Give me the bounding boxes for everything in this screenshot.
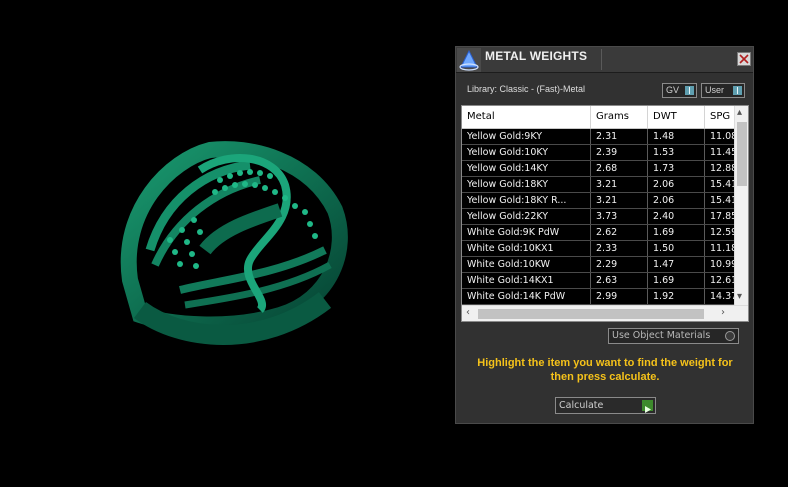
cell-metal: Yellow Gold:18KY R... bbox=[462, 193, 591, 208]
vertical-scrollbar[interactable]: ▴ ▾ bbox=[734, 106, 748, 305]
gv-toggle[interactable]: GV bbox=[662, 83, 697, 98]
use-object-materials-option[interactable]: Use Object Materials bbox=[608, 328, 739, 344]
toggle-switch-icon bbox=[733, 86, 742, 95]
cell-grams: 3.21 bbox=[591, 193, 648, 208]
use-object-materials-label: Use Object Materials bbox=[612, 330, 711, 341]
cell-dwt: 1.47 bbox=[648, 257, 705, 272]
scroll-up-icon[interactable]: ▴ bbox=[737, 108, 742, 118]
table-row[interactable]: Yellow Gold:10KY 2.39 1.53 11.45 bbox=[462, 145, 737, 161]
radio-icon[interactable] bbox=[725, 331, 735, 341]
vertical-scroll-thumb[interactable] bbox=[737, 122, 747, 186]
column-header-dwt[interactable]: DWT bbox=[648, 106, 705, 128]
cell-grams: 2.39 bbox=[591, 145, 648, 160]
metal-weights-panel: METAL WEIGHTS Library: Classic - (Fast)-… bbox=[455, 46, 754, 424]
cell-grams: 3.21 bbox=[591, 177, 648, 192]
cell-dwt: 1.69 bbox=[648, 273, 705, 288]
table-row[interactable]: White Gold:10KX1 2.33 1.50 11.18 bbox=[462, 241, 737, 257]
table-row[interactable]: Yellow Gold:14KY 2.68 1.73 12.88 bbox=[462, 161, 737, 177]
app-logo-icon bbox=[457, 48, 481, 72]
user-toggle-label: User bbox=[705, 85, 725, 95]
user-toggle[interactable]: User bbox=[701, 83, 745, 98]
cell-grams: 2.99 bbox=[591, 289, 648, 304]
instruction-text: Highlight the item you want to find the … bbox=[477, 357, 733, 383]
panel-title: METAL WEIGHTS bbox=[485, 49, 588, 63]
cell-metal: Yellow Gold:18KY bbox=[462, 177, 591, 192]
horizontal-scrollbar[interactable]: ‹ › bbox=[462, 305, 748, 321]
cell-dwt: 2.06 bbox=[648, 177, 705, 192]
cell-dwt: 1.69 bbox=[648, 225, 705, 240]
scroll-down-icon[interactable]: ▾ bbox=[737, 292, 742, 302]
gv-toggle-label: GV bbox=[666, 85, 680, 95]
close-icon bbox=[739, 54, 749, 64]
table-row[interactable]: White Gold:10KW 2.29 1.47 10.99 bbox=[462, 257, 737, 273]
cell-metal: White Gold:10KX1 bbox=[462, 241, 591, 256]
table-row[interactable]: White Gold:9K PdW 2.62 1.69 12.59 bbox=[462, 225, 737, 241]
library-label: Library: Classic - (Fast)-Metal bbox=[467, 84, 586, 94]
cell-metal: Yellow Gold:22KY bbox=[462, 209, 591, 224]
cell-dwt: 2.06 bbox=[648, 193, 705, 208]
table-header: Metal Grams DWT SPG bbox=[462, 106, 734, 129]
cell-metal: Yellow Gold:9KY bbox=[462, 129, 591, 144]
close-button[interactable] bbox=[737, 52, 751, 66]
scroll-left-icon[interactable]: ‹ bbox=[466, 308, 470, 318]
title-divider bbox=[601, 49, 602, 70]
cell-metal: White Gold:10KW bbox=[462, 257, 591, 272]
cell-grams: 2.62 bbox=[591, 225, 648, 240]
cell-dwt: 1.73 bbox=[648, 161, 705, 176]
table-row[interactable]: White Gold:14K PdW 2.99 1.92 14.37 bbox=[462, 289, 737, 305]
column-header-grams[interactable]: Grams bbox=[591, 106, 648, 128]
column-header-metal[interactable]: Metal bbox=[462, 106, 591, 128]
table-row[interactable]: Yellow Gold:22KY 3.73 2.40 17.85 bbox=[462, 209, 737, 225]
metal-table[interactable]: Metal Grams DWT SPG Yellow Gold:9KY 2.31 1… bbox=[461, 105, 749, 322]
cell-metal: White Gold:14K PdW bbox=[462, 289, 591, 304]
cell-dwt: 2.40 bbox=[648, 209, 705, 224]
cell-metal: White Gold:9K PdW bbox=[462, 225, 591, 240]
cell-dwt: 1.50 bbox=[648, 241, 705, 256]
cell-grams: 2.63 bbox=[591, 273, 648, 288]
horizontal-scroll-thumb[interactable] bbox=[478, 309, 704, 319]
table-row[interactable]: Yellow Gold:9KY 2.31 1.48 11.08 bbox=[462, 129, 737, 145]
cell-grams: 2.33 bbox=[591, 241, 648, 256]
cell-grams: 2.29 bbox=[591, 257, 648, 272]
table-row[interactable]: Yellow Gold:18KY R... 3.21 2.06 15.41 bbox=[462, 193, 737, 209]
ring-model bbox=[120, 141, 348, 345]
play-icon bbox=[642, 400, 653, 413]
cell-grams: 2.31 bbox=[591, 129, 648, 144]
calculate-button[interactable]: Calculate bbox=[555, 397, 656, 414]
cell-metal: Yellow Gold:14KY bbox=[462, 161, 591, 176]
cell-metal: White Gold:14KX1 bbox=[462, 273, 591, 288]
cell-dwt: 1.92 bbox=[648, 289, 705, 304]
cell-dwt: 1.48 bbox=[648, 129, 705, 144]
table-body: Yellow Gold:9KY 2.31 1.48 11.08 Yellow Gold:… bbox=[462, 129, 737, 305]
table-row[interactable]: White Gold:14KX1 2.63 1.69 12.61 bbox=[462, 273, 737, 289]
3d-viewport[interactable] bbox=[0, 0, 455, 487]
cell-metal: Yellow Gold:10KY bbox=[462, 145, 591, 160]
scroll-right-icon[interactable]: › bbox=[721, 308, 725, 318]
cell-grams: 2.68 bbox=[591, 161, 648, 176]
panel-titlebar[interactable]: METAL WEIGHTS bbox=[456, 47, 753, 73]
cell-dwt: 1.53 bbox=[648, 145, 705, 160]
table-row[interactable]: Yellow Gold:18KY 3.21 2.06 15.41 bbox=[462, 177, 737, 193]
cell-grams: 3.73 bbox=[591, 209, 648, 224]
calculate-label: Calculate bbox=[559, 400, 604, 411]
toggle-switch-icon bbox=[685, 86, 694, 95]
